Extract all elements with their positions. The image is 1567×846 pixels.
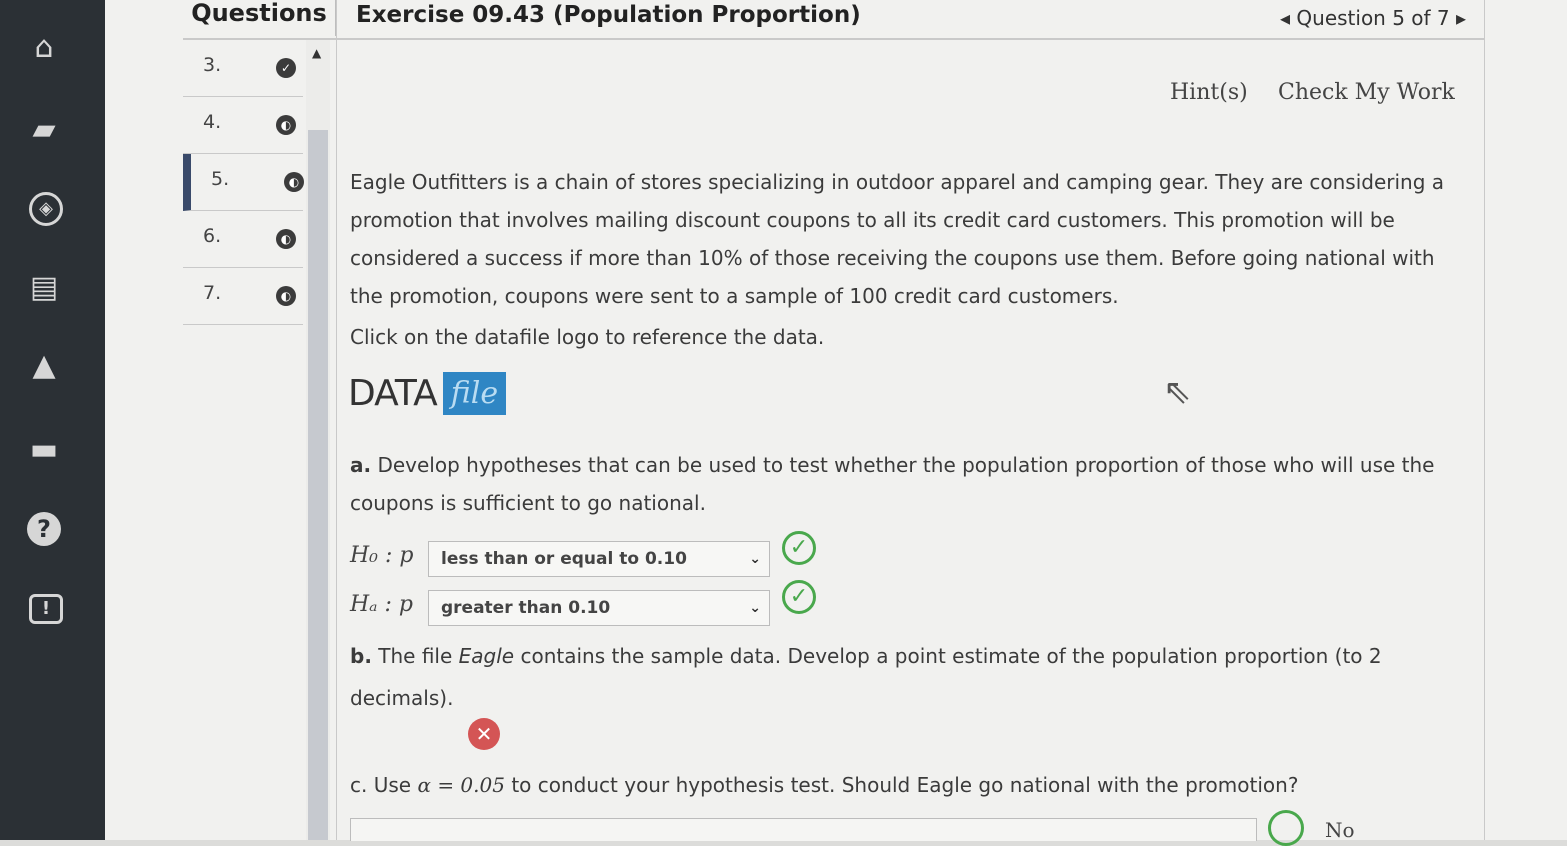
part-c-text-before: Use: [373, 773, 418, 797]
partial-icon: ◐: [284, 172, 304, 192]
check-icon: ✓: [276, 58, 296, 78]
question-item[interactable]: 4. ◐: [183, 97, 303, 154]
part-b-text: b. The file Eagle contains the sample da…: [350, 635, 1465, 719]
mouse-cursor-icon: ⇖: [1163, 372, 1192, 412]
incorrect-icon: ✕: [468, 718, 500, 750]
partial-icon: ◐: [276, 115, 296, 135]
ha-select[interactable]: greater than 0.10 ⌄: [428, 590, 770, 626]
question-number: 3.: [203, 54, 222, 76]
compass-icon[interactable]: ◈: [29, 192, 63, 226]
question-item[interactable]: 3. ✓: [183, 40, 303, 97]
book-icon[interactable]: ▰: [24, 110, 64, 150]
h0-label: H₀ : p: [350, 543, 414, 568]
scroll-up-icon[interactable]: ▲: [312, 46, 321, 60]
part-a-question: Develop hypotheses that can be used to t…: [350, 453, 1435, 515]
questions-header: Questions: [183, 0, 336, 36]
part-b-label: b.: [350, 644, 372, 668]
check-my-work-link[interactable]: Check My Work: [1278, 80, 1455, 105]
question-number: 4.: [203, 111, 222, 133]
question-list: 3. ✓ 4. ◐ 5. ◐ 6. ◐ 7. ◐: [183, 40, 304, 325]
question-number: 7.: [203, 282, 222, 304]
question-navigator[interactable]: ◂ Question 5 of 7 ▸: [1280, 6, 1466, 30]
ha-label: Hₐ : p: [350, 592, 413, 617]
correct-icon: [1268, 810, 1304, 846]
partial-icon: ◐: [276, 229, 296, 249]
part-c-text: c. Use α = 0.05 to conduct your hypothes…: [350, 773, 1298, 797]
chevron-down-icon: ⌄: [749, 551, 761, 567]
header-divider: [183, 38, 1485, 40]
chevron-down-icon: ⌄: [749, 600, 761, 616]
part-c-text-after: to conduct your hypothesis test. Should …: [504, 773, 1299, 797]
part-c-label: c.: [350, 773, 368, 797]
part-a-text: a. Develop hypotheses that can be used t…: [350, 446, 1465, 522]
part-b-file-name: Eagle: [458, 644, 515, 668]
page-title: Exercise 09.43 (Population Proportion): [356, 2, 861, 28]
left-rail: ⌂ ▰ ◈ ▤ ▲ ▬ ? !: [0, 0, 105, 840]
right-divider: [1484, 0, 1485, 840]
ha-select-value: greater than 0.10: [441, 598, 611, 618]
question-item[interactable]: 6. ◐: [183, 211, 303, 268]
part-b-text-before: The file: [378, 644, 459, 668]
part-c-select[interactable]: [350, 818, 1257, 841]
partial-icon: ◐: [276, 286, 296, 306]
h0-select[interactable]: less than or equal to 0.10 ⌄: [428, 541, 770, 577]
question-item[interactable]: 7. ◐: [183, 268, 303, 325]
home-icon[interactable]: ⌂: [24, 28, 64, 68]
datafile-logo-file: file: [442, 372, 507, 415]
help-icon[interactable]: ?: [27, 512, 61, 546]
question-number: 6.: [203, 225, 222, 247]
part-a-label: a.: [350, 453, 372, 477]
hint-link[interactable]: Hint(s): [1170, 80, 1248, 105]
problem-text: Eagle Outfitters is a chain of stores sp…: [350, 170, 1445, 308]
question-number: 5.: [211, 168, 230, 190]
h0-select-value: less than or equal to 0.10: [441, 549, 687, 569]
datafile-logo[interactable]: DATA file: [348, 372, 507, 415]
scrollbar-thumb[interactable]: [308, 130, 328, 840]
correct-icon: ✓: [782, 580, 816, 614]
datafile-logo-data: DATA: [348, 373, 438, 414]
part-c-answer: No: [1325, 818, 1355, 842]
reader-icon[interactable]: ▤: [24, 268, 64, 308]
question-item-active[interactable]: 5. ◐: [183, 154, 304, 211]
datafile-instruction: Click on the datafile logo to reference …: [350, 325, 825, 349]
alpha-value: α = 0.05: [417, 773, 505, 797]
flag-icon[interactable]: !: [29, 594, 63, 624]
briefcase-icon[interactable]: ▬: [24, 430, 64, 470]
graduation-cap-icon[interactable]: ▲: [24, 346, 64, 386]
correct-icon: ✓: [782, 531, 816, 565]
column-divider: [336, 0, 337, 840]
